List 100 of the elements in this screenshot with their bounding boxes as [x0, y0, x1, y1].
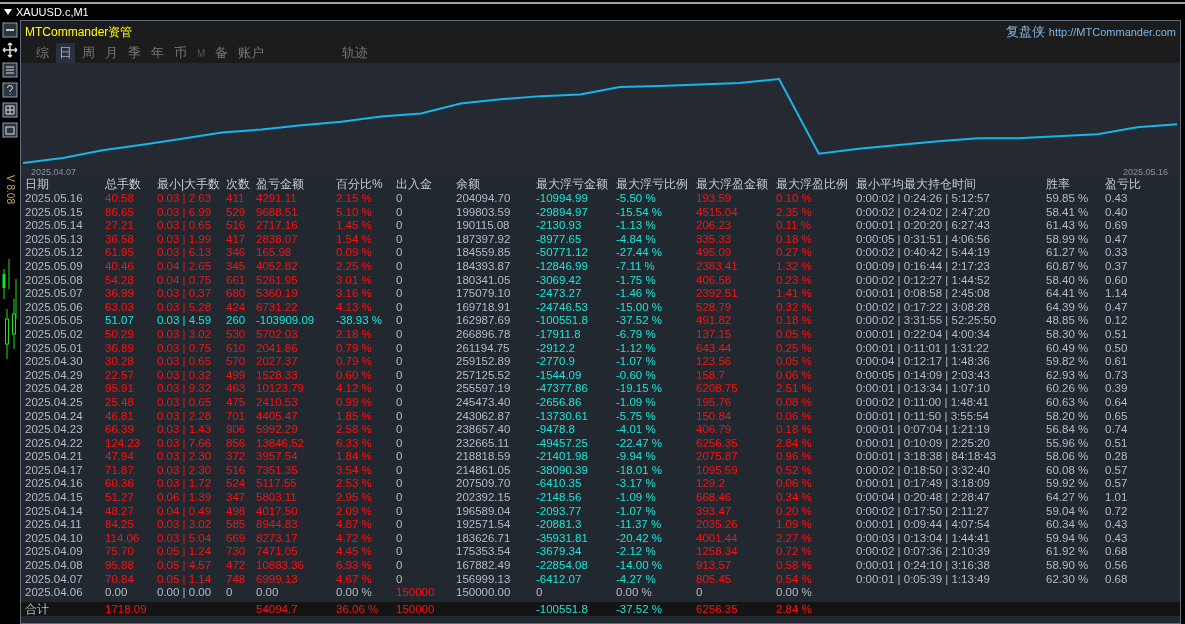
- float-profit-cell-text: 195.76: [696, 395, 733, 410]
- date-cell-text: 2025.04.11: [25, 518, 83, 532]
- lot-range-cell-text: 0.03 | 0.75: [157, 341, 213, 356]
- percent-cell-text: 0.79 %: [336, 341, 373, 356]
- float-profit-percent-cell-text: 2.84 %: [776, 436, 813, 451]
- float-loss-cell-text: -49457.25: [536, 436, 589, 451]
- win-rate-cell-text: 48.85 %: [1046, 314, 1090, 328]
- float-profit-cell-text: 158.7: [696, 368, 726, 383]
- pnl-ratio-cell-text: 0.61: [1105, 355, 1129, 369]
- win-rate-cell-text: 55.96 %: [1046, 436, 1090, 451]
- tab[interactable]: 年: [148, 43, 167, 63]
- hold-time-cell-text: 0:00:02 | 0:17:50 | 2:11:27: [856, 504, 990, 519]
- float-profit-cell-text: 495.09: [696, 246, 733, 260]
- count-cell-text: 661: [226, 273, 247, 288]
- float-loss-cell-text: -2473.27: [536, 287, 583, 301]
- float-profit-percent-cell-text: 0.52 %: [776, 463, 813, 478]
- count-cell-text: 417: [226, 232, 247, 247]
- percent-cell-text: 2.09 %: [336, 504, 373, 519]
- float-profit-cell-text: 129.2: [696, 477, 726, 492]
- tab[interactable]: 币: [171, 43, 190, 63]
- end-date-label: 2025.05.16: [1122, 167, 1168, 177]
- float-profit-cell-text: 2383.41: [696, 259, 739, 274]
- window-icon[interactable]: [2, 122, 18, 138]
- move-icon[interactable]: [2, 42, 18, 58]
- lots-cell-text: 36.58: [105, 232, 135, 247]
- win-rate-cell-text: 64.27 %: [1046, 491, 1090, 505]
- lots-cell-text: 54.28: [105, 273, 135, 288]
- hold-time-cell-text: 0:00:05 | 0:14:09 | 2:03:43: [856, 368, 991, 383]
- list-icon[interactable]: [2, 62, 18, 78]
- pnl-ratio-cell-text: 0.68: [1105, 572, 1129, 587]
- tab[interactable]: 账户: [235, 43, 268, 63]
- count-cell-text: 856: [226, 436, 247, 451]
- balance-cell-text: 218818.59: [456, 450, 512, 464]
- balance-cell-text: 207509.70: [456, 477, 512, 492]
- float-loss-cell-text: -47377.86: [536, 382, 589, 396]
- website-link[interactable]: http://MTCommander.com: [1048, 26, 1176, 38]
- date-cell-text: 2025.04.09: [25, 545, 84, 560]
- float-loss-cell-text: -2770.9: [536, 355, 576, 369]
- tab[interactable]: 周: [79, 43, 98, 63]
- minimize-icon[interactable]: [2, 22, 18, 38]
- count-cell-text: 906: [226, 423, 247, 437]
- deposit-cell-text: 0: [396, 491, 404, 505]
- float-loss-percent-cell-text: -1.75 %: [616, 273, 657, 288]
- balance-cell-text: 192571.54: [456, 518, 512, 532]
- pnl-cell-text: 2838.07: [256, 232, 299, 247]
- deposit-cell-text: 0: [396, 450, 404, 464]
- float-profit-percent-cell-text: 0.18 %: [776, 314, 813, 328]
- deposit-cell-text: 0: [396, 232, 404, 247]
- lots-cell-text: 1718.09: [105, 601, 148, 616]
- win-rate-cell-text: 60.49 %: [1046, 341, 1090, 356]
- pnl-ratio-cell-text: 0.47: [1105, 232, 1129, 247]
- lot-range-cell-text: 0.03 | 2.30: [157, 450, 213, 464]
- win-rate-cell-text: 58.41 %: [1046, 205, 1090, 220]
- grid-icon[interactable]: [2, 102, 18, 118]
- win-rate-cell-text: 62.30 %: [1046, 572, 1090, 587]
- float-loss-cell-text: -13730.61: [536, 409, 589, 424]
- float-profit-cell-text: 913.57: [696, 559, 733, 573]
- pnl-cell-text: 5117.55: [256, 477, 298, 492]
- count-cell-text: 524: [226, 477, 247, 492]
- float-profit-cell-text: 6256.35: [696, 601, 739, 616]
- date-cell-text: 2025.04.28: [25, 382, 84, 396]
- float-profit-cell-text: 528.79: [696, 300, 733, 315]
- hold-time-cell-text: 0:00:01 | 0:11:50 | 3:55:54: [856, 409, 990, 424]
- percent-cell-text: 2.18 %: [336, 327, 373, 342]
- lot-range-cell-text: 0.03 | 1.99: [157, 232, 213, 247]
- date-cell-text: 2025.05.13: [25, 232, 84, 247]
- deposit-cell-text: 0: [396, 205, 404, 220]
- percent-cell-text: 1.45 %: [336, 219, 373, 233]
- tab[interactable]: 日: [56, 43, 75, 63]
- percent-cell-text: 1.54 %: [336, 232, 373, 247]
- hold-time-cell-text: 0:00:04 | 0:12:17 | 1:48:36: [856, 355, 991, 369]
- help-icon[interactable]: [2, 82, 18, 98]
- deposit-cell-text: 0: [396, 572, 404, 587]
- float-loss-cell-text: -10994.99: [536, 192, 589, 206]
- tab[interactable]: 备: [212, 43, 232, 63]
- balance-cell-text: 259152.89: [456, 355, 512, 369]
- float-profit-cell-text: 6208.75: [696, 382, 739, 396]
- hold-time-cell-text: 0:00:02 | 0:17:22 | 3:08:28: [856, 300, 991, 315]
- percent-cell-text: 3.01 %: [336, 273, 373, 288]
- percent-cell-text: 4.67 %: [336, 572, 373, 587]
- percent-cell-text: 2.95 %: [336, 491, 373, 505]
- date-cell-text: 2025.04.30: [25, 355, 84, 369]
- hold-time-cell-text: 0:00:02 | 0:24:02 | 2:47:20: [856, 205, 991, 220]
- dropdown-icon[interactable]: [4, 9, 12, 15]
- lot-range-cell-text: 0.04 | 0.75: [157, 273, 213, 288]
- win-rate-cell-text: 64.39 %: [1046, 300, 1090, 315]
- tab[interactable]: 轨迹: [339, 43, 372, 63]
- float-profit-cell-text: 668.46: [696, 491, 733, 505]
- pnl-cell-text: 5360.19: [256, 287, 299, 301]
- pnl-cell-text: 6999.13: [256, 572, 299, 587]
- tab[interactable]: 综: [33, 43, 52, 63]
- tab[interactable]: 季: [125, 43, 144, 63]
- pnl-ratio-cell-text: 0.28: [1105, 450, 1129, 464]
- float-loss-cell-text: -100551.8: [536, 601, 589, 616]
- pnl-ratio-cell-text: 0.73: [1105, 368, 1129, 383]
- lot-range-cell-text: 0.03 | 5.28: [157, 300, 213, 315]
- hold-time-cell-text: 0:00:01 | 0:17:49 | 3:18:09: [856, 477, 991, 492]
- tab[interactable]: 月: [102, 43, 121, 63]
- deposit-cell-text: 0: [396, 314, 404, 328]
- pnl-cell-text: 2041.86: [256, 341, 299, 356]
